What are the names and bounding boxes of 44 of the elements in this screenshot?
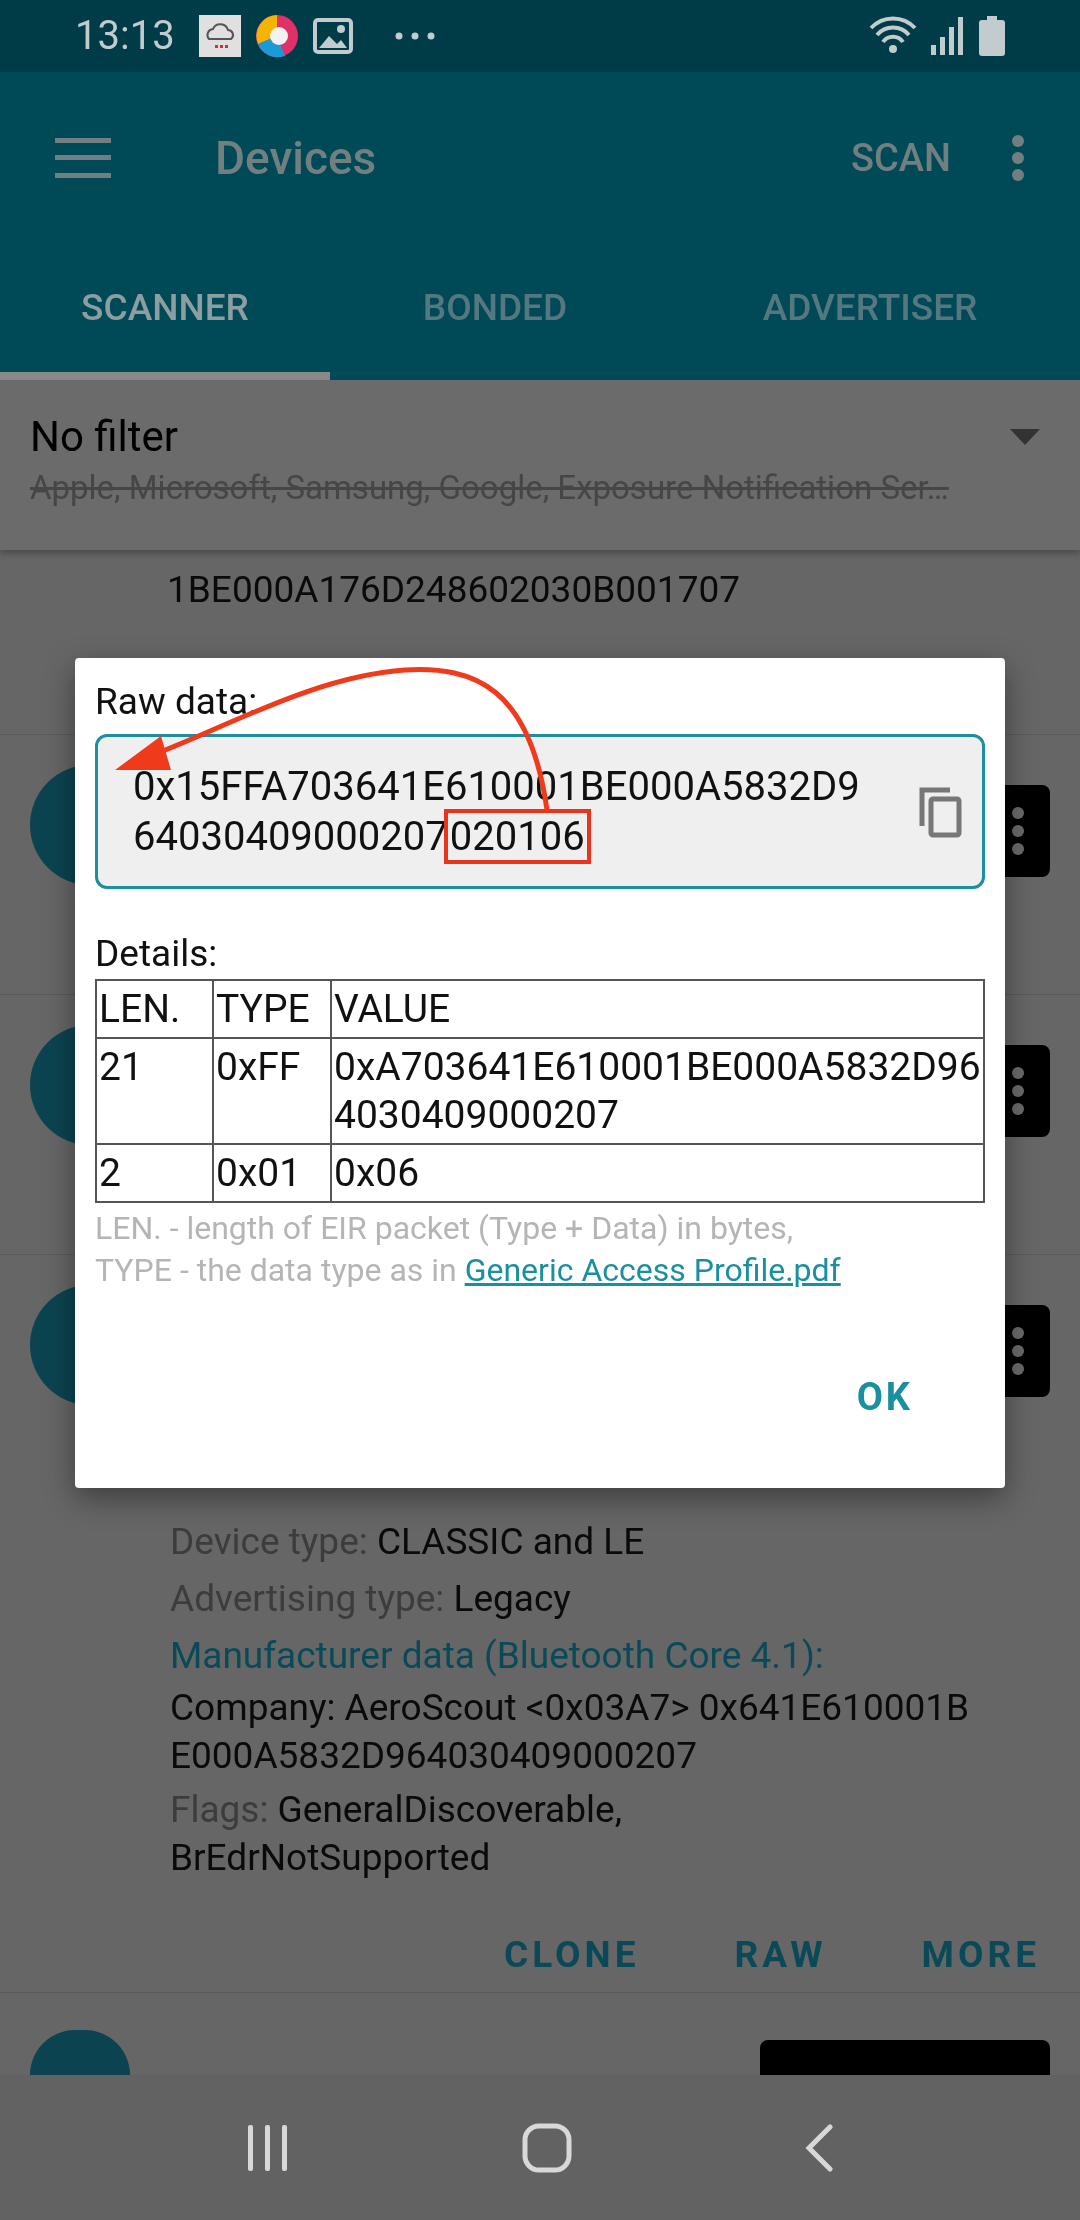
details-label: Details: (95, 931, 219, 977)
menu-icon[interactable] (55, 138, 111, 178)
home-icon[interactable] (522, 2122, 572, 2173)
more-icon (1011, 1066, 1025, 1116)
table-cell: 21 (96, 1038, 213, 1144)
overflow-menu-icon[interactable] (1011, 135, 1025, 181)
copy-icon[interactable] (918, 785, 962, 838)
action-button[interactable]: RAW (734, 1926, 827, 1983)
more-icon (1011, 806, 1025, 856)
more-notifications-icon (394, 32, 435, 40)
signal-icon (931, 17, 965, 55)
tab[interactable]: ADVERTISER (660, 244, 1080, 380)
app-title: Devices (215, 129, 377, 187)
table-cell: 0xFF (213, 1038, 331, 1144)
back-icon[interactable] (804, 2123, 834, 2172)
manufacturer-data-text: 1BE000A176D248602030B001707 (167, 568, 741, 611)
raw-data-label: Raw data: (95, 680, 259, 724)
note-text: TYPE - the data type as in Generic Access Profile.pdf (95, 1250, 842, 1291)
more-icon (1011, 1326, 1025, 1376)
column-header: VALUE (331, 980, 984, 1038)
weather-app-icon (198, 15, 241, 57)
wifi-icon (869, 16, 917, 56)
note-text: LEN. - length of EIR packet (Type + Data) in bytes, (95, 1208, 795, 1249)
table-cell: 0x01 (213, 1144, 331, 1202)
column-header: LEN. (96, 980, 213, 1038)
table-cell: 0xA703641E610001BE000A5832D964030409000207 (331, 1038, 984, 1144)
dropdown-icon (1010, 428, 1040, 445)
scan-button[interactable]: SCAN (851, 129, 951, 187)
manufacturer-data-text: Company: AeroScout <0x03A7> 0x641E610001BE000A5832D964030409000207 (170, 1685, 971, 1779)
gap-pdf-link[interactable]: Generic Access Profile.pdf (464, 1251, 841, 1289)
action-button[interactable]: CLONE (504, 1926, 640, 1983)
browser-app-icon (254, 14, 299, 58)
table-cell: 2 (96, 1144, 213, 1202)
status-time: 13:13 (75, 11, 175, 61)
recent-apps-icon[interactable] (246, 2124, 290, 2171)
tab[interactable]: BONDED (330, 244, 660, 380)
table-cell: 0x06 (331, 1144, 984, 1202)
action-button[interactable]: MORE (921, 1926, 1040, 1983)
battery-icon (979, 16, 1005, 56)
gallery-icon (312, 18, 353, 54)
manufacturer-title: Manufacturer data (Bluetooth Core 4.1): (170, 1633, 825, 1679)
ok-button[interactable]: OK (844, 1361, 925, 1434)
filter-title: No filter (30, 411, 179, 463)
column-header: TYPE (213, 980, 331, 1038)
